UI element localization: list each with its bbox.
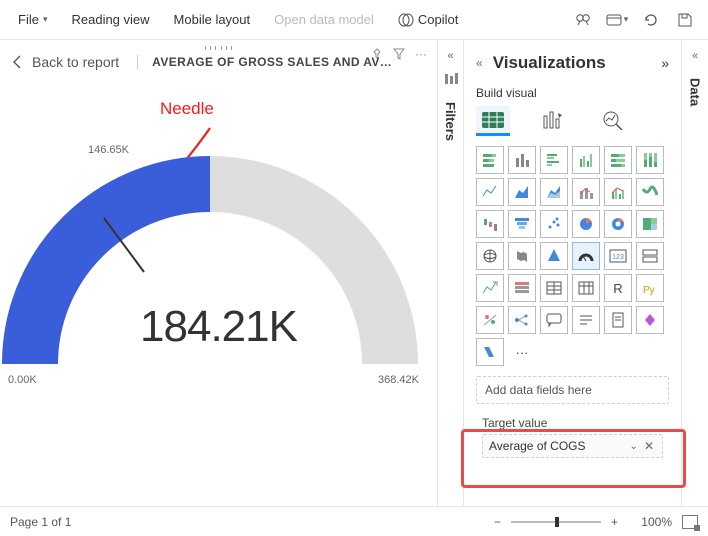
viz-clustered-column[interactable] [572, 146, 600, 174]
viz-gauge[interactable] [572, 242, 600, 270]
data-pane-collapsed[interactable]: « Data [682, 40, 708, 506]
viz-100-stacked-bar[interactable] [604, 146, 632, 174]
target-value-section: Target value Average of COGS ⌄ ✕ [476, 412, 669, 462]
build-visual-label: Build visual [476, 86, 669, 100]
visual-title: AVERAGE OF GROSS SALES AND AVERAG… [137, 55, 397, 69]
viz-100-stacked-column[interactable] [636, 146, 664, 174]
chevron-left-icon[interactable]: « [692, 50, 698, 62]
filters-label: Filters [443, 102, 458, 141]
remove-field-icon[interactable]: ✕ [642, 439, 656, 453]
viz-pie[interactable] [572, 210, 600, 238]
viz-py-visual[interactable]: Py [636, 274, 664, 302]
viz-slicer[interactable] [508, 274, 536, 302]
viz-stacked-column[interactable] [508, 146, 536, 174]
viz-kpi[interactable] [476, 274, 504, 302]
viz-line[interactable] [476, 178, 504, 206]
viz-line-stacked-column[interactable] [572, 178, 600, 206]
gauge-needle-label: 146.65K [88, 144, 129, 156]
svg-text:123: 123 [612, 254, 624, 261]
viz-smart-narrative[interactable] [572, 306, 600, 334]
viz-matrix[interactable] [572, 274, 600, 302]
filter-icon[interactable] [391, 46, 407, 62]
viz-r-visual[interactable]: R [604, 274, 632, 302]
viz-area[interactable] [508, 178, 536, 206]
target-value-field[interactable]: Average of COGS ⌄ ✕ [482, 434, 663, 458]
viz-card[interactable]: 123 [604, 242, 632, 270]
viz-more-button[interactable]: ··· [508, 338, 536, 366]
refresh-button[interactable] [636, 6, 666, 34]
viz-filled-map[interactable] [508, 242, 536, 270]
chevron-down-icon: ▾ [624, 14, 629, 25]
viz-qna[interactable] [540, 306, 568, 334]
chevron-down-icon: ▾ [43, 14, 48, 25]
add-data-fields-well[interactable]: Add data fields here [476, 376, 669, 404]
zoom-in-button[interactable]: + [611, 515, 618, 529]
drag-grip-icon[interactable] [205, 46, 233, 50]
top-toolbar: File ▾ Reading view Mobile layout Open d… [0, 0, 708, 40]
viz-ribbon[interactable] [636, 178, 664, 206]
viz-map[interactable] [476, 242, 504, 270]
expand-pane-icon[interactable]: » [661, 55, 669, 71]
more-options-icon[interactable]: ··· [413, 46, 429, 62]
viz-waterfall[interactable] [476, 210, 504, 238]
filters-icon [444, 72, 458, 86]
chevron-down-icon[interactable]: ⌄ [626, 441, 642, 452]
viz-azure-map[interactable] [540, 242, 568, 270]
chevron-left-icon[interactable]: « [447, 50, 453, 62]
fit-to-page-button[interactable] [682, 515, 698, 529]
build-visual-tab[interactable] [476, 106, 510, 136]
viz-power-apps[interactable] [636, 306, 664, 334]
viz-line-clustered-column[interactable] [604, 178, 632, 206]
collapse-pane-icon[interactable]: « [476, 56, 483, 70]
mobile-layout-button[interactable]: Mobile layout [164, 6, 261, 33]
back-to-report-button[interactable]: Back to report [12, 54, 119, 70]
gauge-max-label: 368.42K [378, 374, 419, 386]
visualizations-pane: « Visualizations » Build visual [464, 40, 682, 506]
reading-view-button[interactable]: Reading view [61, 6, 159, 33]
report-area: ··· Back to report AVERAGE OF GROSS SALE… [0, 40, 438, 506]
viz-paginated-report[interactable] [604, 306, 632, 334]
svg-text:Py: Py [643, 285, 655, 295]
viz-power-automate[interactable] [476, 338, 504, 366]
visual-type-gallery: 123 R Py ··· [476, 146, 669, 366]
viz-clustered-bar[interactable] [540, 146, 568, 174]
chevron-left-icon [12, 55, 22, 69]
open-data-model-button: Open data model [264, 6, 384, 33]
viz-key-influencers[interactable] [476, 306, 504, 334]
viz-multi-row-card[interactable] [636, 242, 664, 270]
gauge-value-label: 184.21K [0, 302, 437, 352]
copilot-button[interactable]: Copilot [388, 6, 468, 34]
switch-view-button[interactable]: ▾ [602, 6, 632, 34]
analytics-tab[interactable] [596, 106, 630, 136]
gauge-min-label: 0.00K [8, 374, 37, 386]
viz-donut[interactable] [604, 210, 632, 238]
file-menu[interactable]: File ▾ [8, 6, 57, 33]
viz-treemap[interactable] [636, 210, 664, 238]
status-bar: Page 1 of 1 − + 100% [0, 506, 708, 536]
zoom-slider[interactable] [511, 521, 601, 523]
pin-icon[interactable] [369, 46, 385, 62]
search-icon[interactable] [568, 6, 598, 34]
page-indicator: Page 1 of 1 [10, 515, 71, 529]
visualizations-title: Visualizations [493, 53, 662, 73]
zoom-percent: 100% [628, 515, 672, 529]
target-value-label: Target value [482, 416, 663, 430]
filters-pane-collapsed[interactable]: « Filters [438, 40, 464, 506]
viz-table[interactable] [540, 274, 568, 302]
viz-scatter[interactable] [540, 210, 568, 238]
viz-stacked-area[interactable] [540, 178, 568, 206]
viz-funnel[interactable] [508, 210, 536, 238]
viz-decomposition-tree[interactable] [508, 306, 536, 334]
data-label: Data [688, 78, 703, 106]
copilot-icon [398, 12, 414, 28]
save-button[interactable] [670, 6, 700, 34]
format-visual-tab[interactable] [536, 106, 570, 136]
zoom-out-button[interactable]: − [494, 515, 501, 529]
viz-stacked-bar[interactable] [476, 146, 504, 174]
